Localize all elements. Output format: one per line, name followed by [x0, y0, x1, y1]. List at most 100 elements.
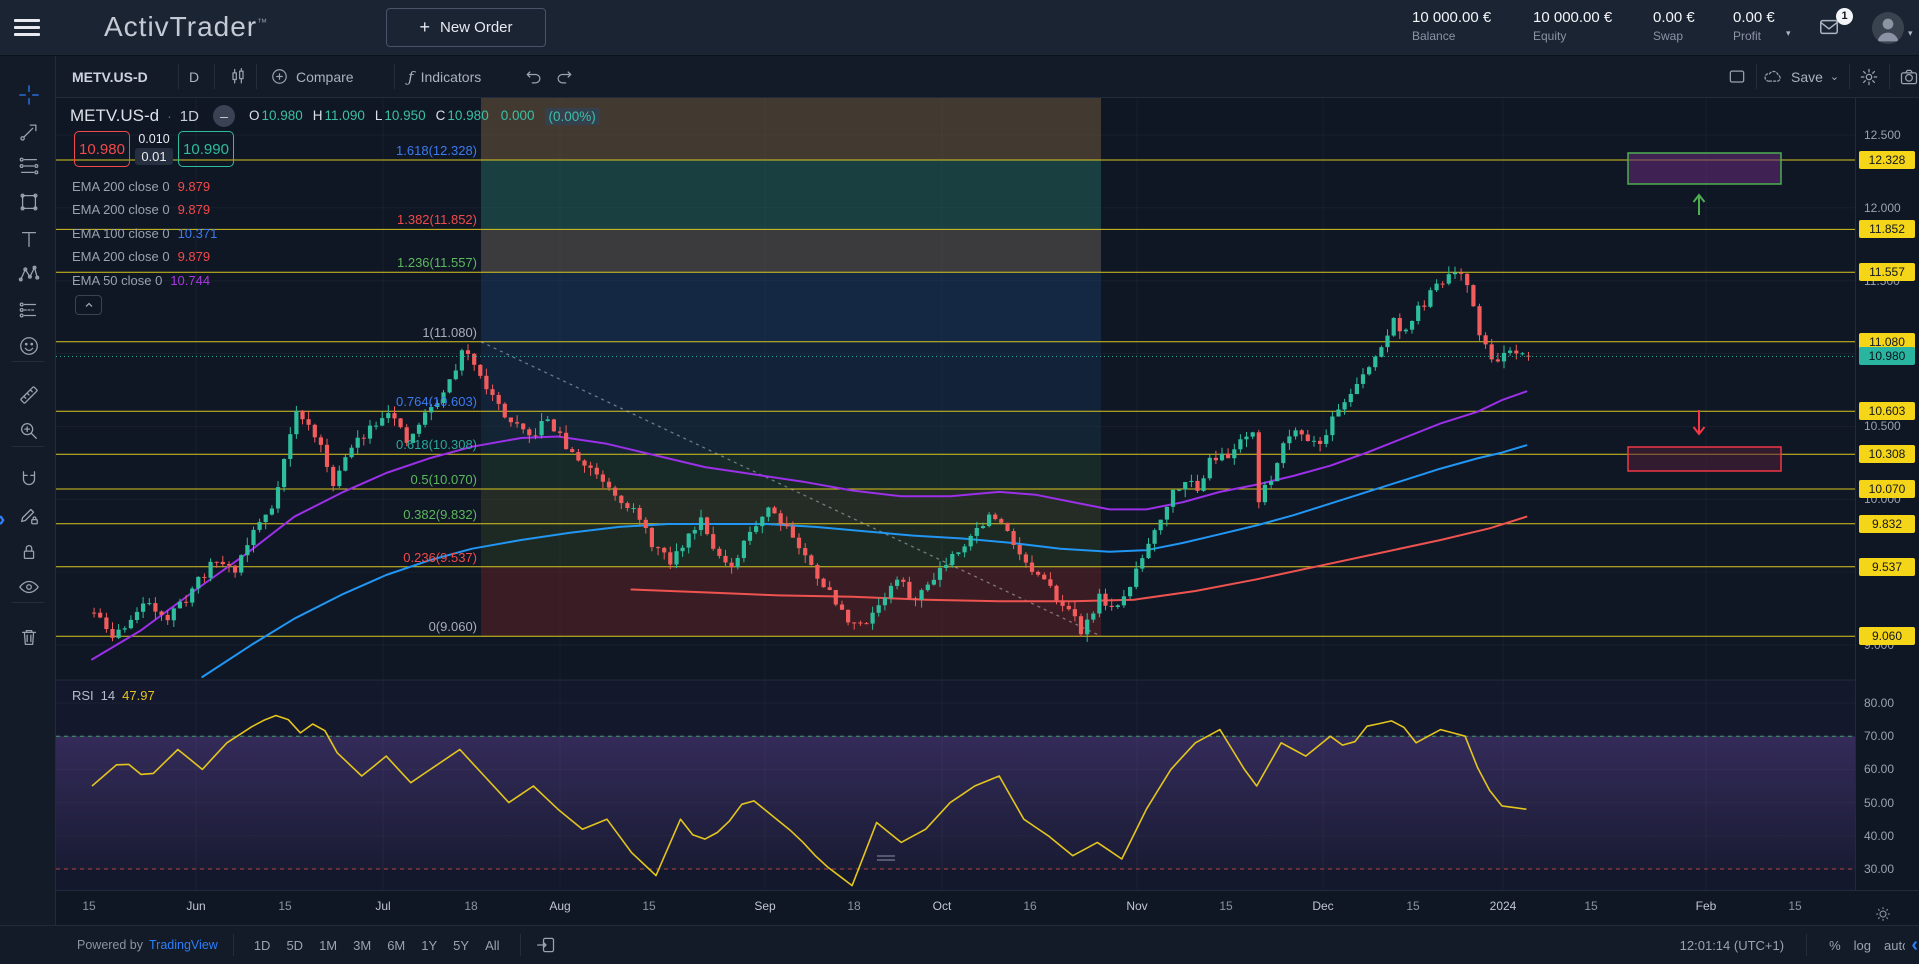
time-axis-settings-icon[interactable]	[1874, 905, 1892, 923]
menu-icon[interactable]	[14, 19, 40, 37]
ema-value: 10.371	[178, 226, 218, 241]
ruler-tool-icon[interactable]	[18, 384, 40, 406]
range-button-1m[interactable]: 1M	[314, 935, 342, 956]
ema-label: EMA 200 close 0	[72, 202, 170, 217]
camera-icon[interactable]	[1899, 56, 1919, 97]
zoom-in-tool-icon[interactable]	[18, 420, 40, 442]
drawing-mode-tool-icon[interactable]	[18, 504, 40, 526]
bid-ask-widget: 10.980 0.010 0.01 10.990	[74, 131, 234, 167]
save-button[interactable]: Save ⌄	[1762, 56, 1839, 97]
account-label: Equity	[1533, 29, 1612, 43]
sell-button[interactable]: 10.980	[74, 131, 130, 167]
ema-value: 9.879	[178, 202, 211, 217]
tradingview-link[interactable]: TradingView	[149, 938, 218, 952]
lock-drawings-tool-icon[interactable]	[18, 541, 40, 563]
log-scale-toggle[interactable]: log	[1854, 938, 1871, 953]
fib-level-label: 0.5(10.070)	[411, 472, 478, 487]
plus-circle-icon	[270, 67, 289, 86]
range-button-3m[interactable]: 3M	[348, 935, 376, 956]
fib-retracement-tool-icon[interactable]	[18, 155, 40, 177]
time-axis[interactable]: 15Jun15Jul18Aug15Sep18Oct16Nov15Dec15202…	[56, 890, 1919, 925]
new-order-button[interactable]: + New Order	[386, 8, 546, 47]
account-value: 10 000.00 €	[1533, 9, 1612, 26]
chart-type-icon[interactable]	[228, 56, 248, 97]
magnet-tool-icon[interactable]	[18, 469, 40, 491]
range-button-5y[interactable]: 5Y	[448, 935, 474, 956]
rsi-tick: 30.00	[1864, 862, 1894, 876]
avatar-chevron-icon[interactable]: ▾	[1908, 28, 1913, 39]
forecast-tool-icon[interactable]	[18, 299, 40, 321]
price-level-badge: 11.557	[1859, 263, 1915, 281]
range-button-all[interactable]: All	[480, 935, 504, 956]
chart-legend: METV.US-d · 1D – O10.980 H11.090 L10.950…	[70, 104, 600, 128]
fib-level-label: 1.236(11.557)	[397, 255, 477, 270]
rsi-legend[interactable]: RSI14 47.97	[72, 688, 155, 703]
crosshair-tool-icon[interactable]	[18, 84, 40, 106]
time-axis-label: 2024	[1490, 899, 1517, 913]
symbol-button[interactable]: METV.US-D	[72, 56, 148, 97]
fib-level-label: 0.382(9.832)	[403, 507, 477, 522]
time-axis-label: Jul	[375, 899, 390, 913]
app-logo: ActivTrader™	[104, 11, 268, 43]
legend-separator: ·	[167, 108, 172, 124]
rsi-tick: 60.00	[1864, 762, 1894, 776]
account-label: Balance	[1412, 29, 1491, 43]
go-to-date-icon[interactable]	[536, 935, 556, 955]
price-level-badge: 11.852	[1859, 220, 1915, 238]
settings-gear-icon[interactable]	[1859, 56, 1879, 97]
range-button-6m[interactable]: 6M	[382, 935, 410, 956]
hide-drawings-tool-icon[interactable]	[18, 576, 40, 598]
ema-legend-row[interactable]: EMA 50 close 010.744	[72, 270, 210, 290]
text-tool-icon[interactable]	[18, 228, 40, 250]
range-button-1y[interactable]: 1Y	[416, 935, 442, 956]
emoji-tool-icon[interactable]	[18, 335, 40, 357]
shapes-tool-icon[interactable]	[18, 191, 40, 213]
drawing-annotations[interactable]	[1628, 153, 1781, 471]
time-axis-label: 18	[464, 899, 477, 913]
ema-legend-row[interactable]: EMA 200 close 09.879	[72, 247, 210, 267]
fx-icon: ƒ	[408, 68, 414, 86]
indicators-button[interactable]: ƒ Indicators	[408, 56, 481, 97]
price-tick: 12.500	[1864, 128, 1901, 142]
panel-expand-icon[interactable]: ‹	[1911, 934, 1918, 957]
time-axis-label: 15	[1584, 899, 1597, 913]
watchlist-expander-icon[interactable]: ›	[0, 506, 5, 532]
xabcd-pattern-tool-icon[interactable]	[18, 263, 40, 285]
compare-button[interactable]: Compare	[270, 56, 354, 97]
account-metric-balance: 10 000.00 €Balance	[1412, 9, 1491, 43]
fib-level-label: 0.764(10.603)	[396, 394, 477, 409]
ema-legend-row[interactable]: EMA 200 close 0 9.879	[72, 200, 210, 220]
hide-series-button[interactable]: –	[213, 105, 235, 127]
layout-icon[interactable]	[1727, 56, 1747, 97]
undo-icon[interactable]	[524, 56, 544, 97]
trend-line-tool-icon[interactable]	[18, 121, 40, 143]
profit-chevron-icon[interactable]: ▾	[1786, 28, 1791, 39]
ema-legend-row[interactable]: EMA 100 close 010.371	[72, 223, 217, 243]
buy-button[interactable]: 10.990	[178, 131, 234, 167]
account-value: 0.00 €	[1733, 9, 1775, 26]
fib-level-label: 0.618(10.308)	[396, 437, 477, 452]
auto-scale-toggle[interactable]: auto	[1884, 938, 1905, 953]
current-price-badge: 10.980	[1859, 347, 1915, 365]
range-button-1d[interactable]: 1D	[249, 935, 276, 956]
rsi-tick: 40.00	[1864, 829, 1894, 843]
avatar[interactable]	[1872, 12, 1904, 44]
fib-level-label: 0.236(9.537)	[403, 550, 477, 565]
legend-symbol[interactable]: METV.US-d	[70, 106, 159, 126]
range-button-5d[interactable]: 5D	[281, 935, 308, 956]
interval-button[interactable]: D	[189, 56, 199, 97]
rsi-tick: 50.00	[1864, 796, 1894, 810]
redo-icon[interactable]	[554, 56, 574, 97]
account-metric-profit: 0.00 €Profit	[1733, 9, 1775, 43]
toolbar-separator	[12, 446, 44, 447]
time-axis-label: Nov	[1126, 899, 1147, 913]
time-axis-label: Dec	[1312, 899, 1333, 913]
chart-canvas[interactable]	[56, 98, 1855, 890]
price-axis[interactable]: 12.50012.00011.50010.50010.0009.00080.00…	[1855, 98, 1919, 890]
price-tick: 12.000	[1864, 201, 1901, 215]
remove-drawings-tool-icon[interactable]	[18, 626, 40, 648]
time-axis-label: Oct	[933, 899, 952, 913]
percent-scale-toggle[interactable]: %	[1829, 938, 1841, 953]
ema-legend-row[interactable]: EMA 200 close 09.879	[72, 176, 210, 196]
collapse-legend-button[interactable]	[75, 295, 102, 315]
